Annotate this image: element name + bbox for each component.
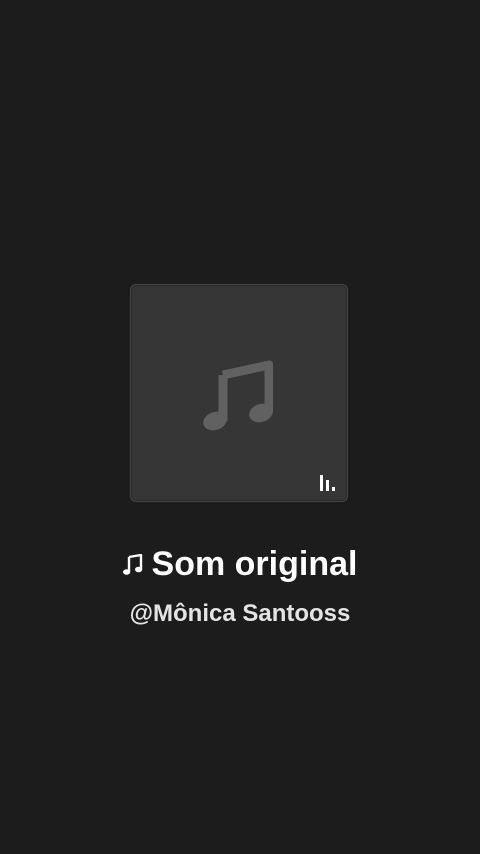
sound-title: Som original bbox=[151, 545, 358, 583]
music-note-icon bbox=[203, 360, 273, 431]
audio-bars-icon bbox=[320, 475, 335, 491]
sound-author-link[interactable]: @Mônica Santooss bbox=[0, 597, 480, 631]
music-note-icon bbox=[122, 554, 142, 575]
sound-cover[interactable] bbox=[130, 284, 348, 502]
sound-page: Som original @Mônica Santooss bbox=[0, 0, 480, 854]
sound-title-row: Som original bbox=[0, 540, 480, 588]
